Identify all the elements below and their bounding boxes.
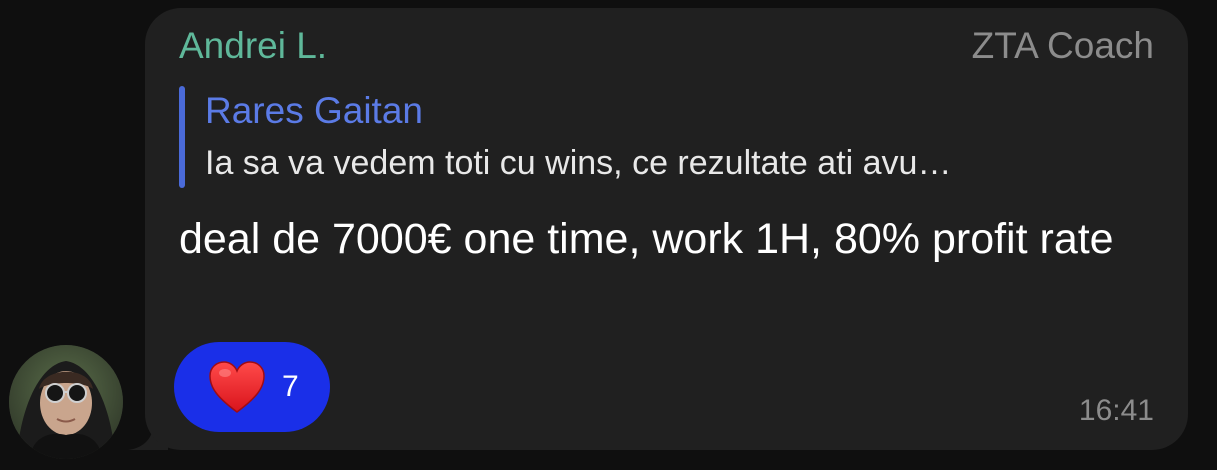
avatar[interactable] (9, 345, 123, 459)
reply-accent-bar (179, 86, 185, 188)
reaction-button[interactable]: 7 (174, 342, 330, 432)
reaction-count: 7 (282, 370, 299, 403)
sender-name[interactable]: Andrei L. (179, 26, 327, 66)
heart-icon (209, 361, 265, 413)
reply-quote[interactable]: Rares Gaitan Ia sa va vedem toti cu wins… (179, 86, 1159, 188)
sender-role: ZTA Coach (971, 25, 1154, 66)
reply-author: Rares Gaitan (205, 90, 423, 131)
message-bubble[interactable]: Andrei L. ZTA Coach Rares Gaitan Ia sa v… (145, 8, 1188, 450)
chat-view: Andrei L. ZTA Coach Rares Gaitan Ia sa v… (0, 0, 1217, 470)
message-time: 16:41 (1078, 394, 1154, 427)
avatar-photo (9, 345, 123, 459)
reply-text: Ia sa va vedem toti cu wins, ce rezultat… (205, 144, 952, 182)
message-text: deal de 7000€ one time, work 1H, 80% pro… (179, 215, 1114, 263)
